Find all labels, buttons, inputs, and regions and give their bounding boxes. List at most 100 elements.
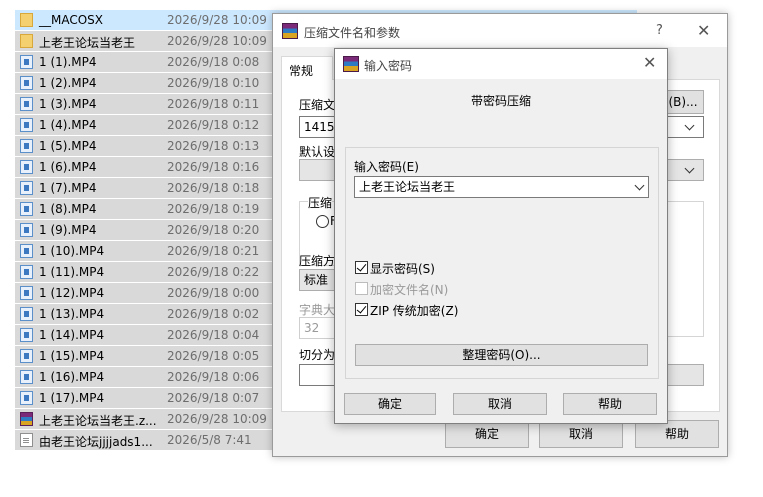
close-icon[interactable]: ✕ bbox=[643, 53, 656, 72]
archive-cancel-button[interactable]: 取消 bbox=[539, 420, 623, 448]
file-date-modified: 2026/9/18 0:20 bbox=[167, 223, 260, 237]
video-file-icon bbox=[20, 328, 33, 342]
browse-button[interactable]: (B)... bbox=[662, 90, 704, 114]
archive-ok-button[interactable]: 确定 bbox=[445, 420, 529, 448]
archive-dialog-title: 压缩文件名和参数 bbox=[304, 26, 401, 40]
archive-name-field[interactable]: 1415.z bbox=[299, 116, 339, 138]
file-date-modified: 2026/9/18 0:07 bbox=[167, 391, 260, 405]
file-date-modified: 2026/9/18 0:13 bbox=[167, 139, 260, 153]
archive-help-button[interactable]: 帮助 bbox=[635, 420, 719, 448]
file-name: 1 (3).MP4 bbox=[39, 97, 97, 111]
password-ok-button[interactable]: 确定 bbox=[344, 393, 436, 415]
file-name: 1 (2).MP4 bbox=[39, 76, 97, 90]
winrar-icon bbox=[282, 23, 298, 39]
split-volume-label: 切分为 bbox=[299, 348, 336, 362]
file-name: 由老王论坛jjjjads1... bbox=[39, 435, 153, 449]
method-dropdown[interactable]: 标准 bbox=[299, 269, 339, 291]
archive-name-label: 压缩文 bbox=[299, 98, 336, 112]
tab-general-label: 常规 bbox=[289, 64, 314, 78]
file-date-modified: 2026/9/18 0:21 bbox=[167, 244, 260, 258]
password-input[interactable]: 上老王论坛当老王 bbox=[354, 176, 649, 198]
archive-name-dropdown[interactable] bbox=[662, 116, 704, 138]
file-date-modified: 2026/9/18 0:05 bbox=[167, 349, 260, 363]
file-date-modified: 2026/9/18 0:02 bbox=[167, 307, 260, 321]
file-name: 上老王论坛当老王 bbox=[39, 36, 136, 50]
file-date-modified: 2026/9/18 0:11 bbox=[167, 97, 260, 111]
video-file-icon bbox=[20, 286, 33, 300]
chevron-down-icon bbox=[684, 163, 695, 174]
format-radio[interactable] bbox=[316, 215, 329, 228]
password-dialog-heading: 带密码压缩 bbox=[470, 94, 531, 108]
file-date-modified: 2026/9/18 0:04 bbox=[167, 328, 260, 342]
show-password-label: 显示密码(S) bbox=[370, 262, 435, 276]
file-name: 1 (15).MP4 bbox=[39, 349, 105, 363]
file-name: 1 (5).MP4 bbox=[39, 139, 97, 153]
update-mode-dropdown[interactable] bbox=[662, 159, 704, 181]
video-file-icon bbox=[20, 265, 33, 279]
split-volume-unit[interactable] bbox=[662, 364, 704, 386]
file-date-modified: 2026/5/8 7:41 bbox=[167, 433, 252, 447]
file-date-modified: 2026/9/18 0:08 bbox=[167, 55, 260, 69]
video-file-icon bbox=[20, 160, 33, 174]
method-label: 压缩方 bbox=[299, 254, 336, 268]
file-name: __MACOSX bbox=[39, 13, 104, 27]
password-dialog-titlebar: 输入密码 ✕ bbox=[335, 49, 667, 79]
file-name: 1 (13).MP4 bbox=[39, 307, 105, 321]
password-dialog: 输入密码 ✕ 带密码压缩 输入密码(E) 上老王论坛当老王 显示密码(S) 加密… bbox=[334, 48, 668, 424]
dictionary-size-dropdown[interactable]: 32 bbox=[299, 317, 339, 339]
winrar-icon bbox=[343, 56, 359, 72]
file-date-modified: 2026/9/18 0:18 bbox=[167, 181, 260, 195]
encrypt-filenames-checkbox[interactable] bbox=[355, 282, 368, 295]
file-name: 1 (17).MP4 bbox=[39, 391, 105, 405]
default-profile-label: 默认设 bbox=[299, 145, 336, 159]
password-cancel-button[interactable]: 取消 bbox=[453, 393, 547, 415]
file-name: 1 (14).MP4 bbox=[39, 328, 105, 342]
video-file-icon bbox=[20, 181, 33, 195]
file-name: 1 (9).MP4 bbox=[39, 223, 97, 237]
video-file-icon bbox=[20, 118, 33, 132]
file-name: 上老王论坛当老王.z... bbox=[39, 414, 157, 428]
file-name: 1 (1).MP4 bbox=[39, 55, 97, 69]
format-label: 压缩 bbox=[308, 194, 333, 211]
file-name: 1 (10).MP4 bbox=[39, 244, 105, 258]
folder-icon bbox=[20, 34, 33, 48]
help-icon[interactable]: ? bbox=[656, 23, 663, 38]
password-dialog-title: 输入密码 bbox=[364, 59, 413, 73]
split-volume-field[interactable] bbox=[299, 364, 339, 386]
file-date-modified: 2026/9/18 0:00 bbox=[167, 286, 260, 300]
file-name: 1 (16).MP4 bbox=[39, 370, 105, 384]
folder-icon bbox=[20, 13, 33, 27]
show-password-checkbox[interactable] bbox=[355, 261, 368, 274]
file-name: 1 (12).MP4 bbox=[39, 286, 105, 300]
file-date-modified: 2026/9/18 0:19 bbox=[167, 202, 260, 216]
video-file-icon bbox=[20, 349, 33, 363]
close-icon[interactable]: ✕ bbox=[697, 21, 710, 40]
text-file-icon bbox=[20, 433, 33, 447]
file-name: 1 (4).MP4 bbox=[39, 118, 97, 132]
profile-dropdown-left[interactable] bbox=[299, 159, 339, 181]
file-date-modified: 2026/9/18 0:06 bbox=[167, 370, 260, 384]
video-file-icon bbox=[20, 223, 33, 237]
video-file-icon bbox=[20, 202, 33, 216]
video-file-icon bbox=[20, 370, 33, 384]
file-name: 1 (8).MP4 bbox=[39, 202, 97, 216]
password-label: 输入密码(E) bbox=[354, 160, 419, 174]
file-date-modified: 2026/9/28 10:09 bbox=[167, 13, 267, 27]
zip-legacy-encryption-label: ZIP 传统加密(Z) bbox=[370, 304, 459, 318]
organize-passwords-button[interactable]: 整理密码(O)... bbox=[355, 344, 648, 366]
password-group: 输入密码(E) 上老王论坛当老王 显示密码(S) 加密文件名(N) ZIP 传统… bbox=[345, 147, 659, 379]
password-help-button[interactable]: 帮助 bbox=[563, 393, 657, 415]
file-name: 1 (11).MP4 bbox=[39, 265, 105, 279]
tab-general[interactable]: 常规 bbox=[281, 56, 333, 80]
encrypt-filenames-label: 加密文件名(N) bbox=[370, 283, 449, 297]
video-file-icon bbox=[20, 76, 33, 90]
file-name: 1 (6).MP4 bbox=[39, 160, 97, 174]
file-date-modified: 2026/9/28 10:09 bbox=[167, 34, 267, 48]
file-date-modified: 2026/9/18 0:12 bbox=[167, 118, 260, 132]
video-file-icon bbox=[20, 97, 33, 111]
video-file-icon bbox=[20, 307, 33, 321]
zip-legacy-encryption-checkbox[interactable] bbox=[355, 303, 368, 316]
chevron-down-icon bbox=[684, 120, 695, 131]
video-file-icon bbox=[20, 55, 33, 69]
video-file-icon bbox=[20, 391, 33, 405]
